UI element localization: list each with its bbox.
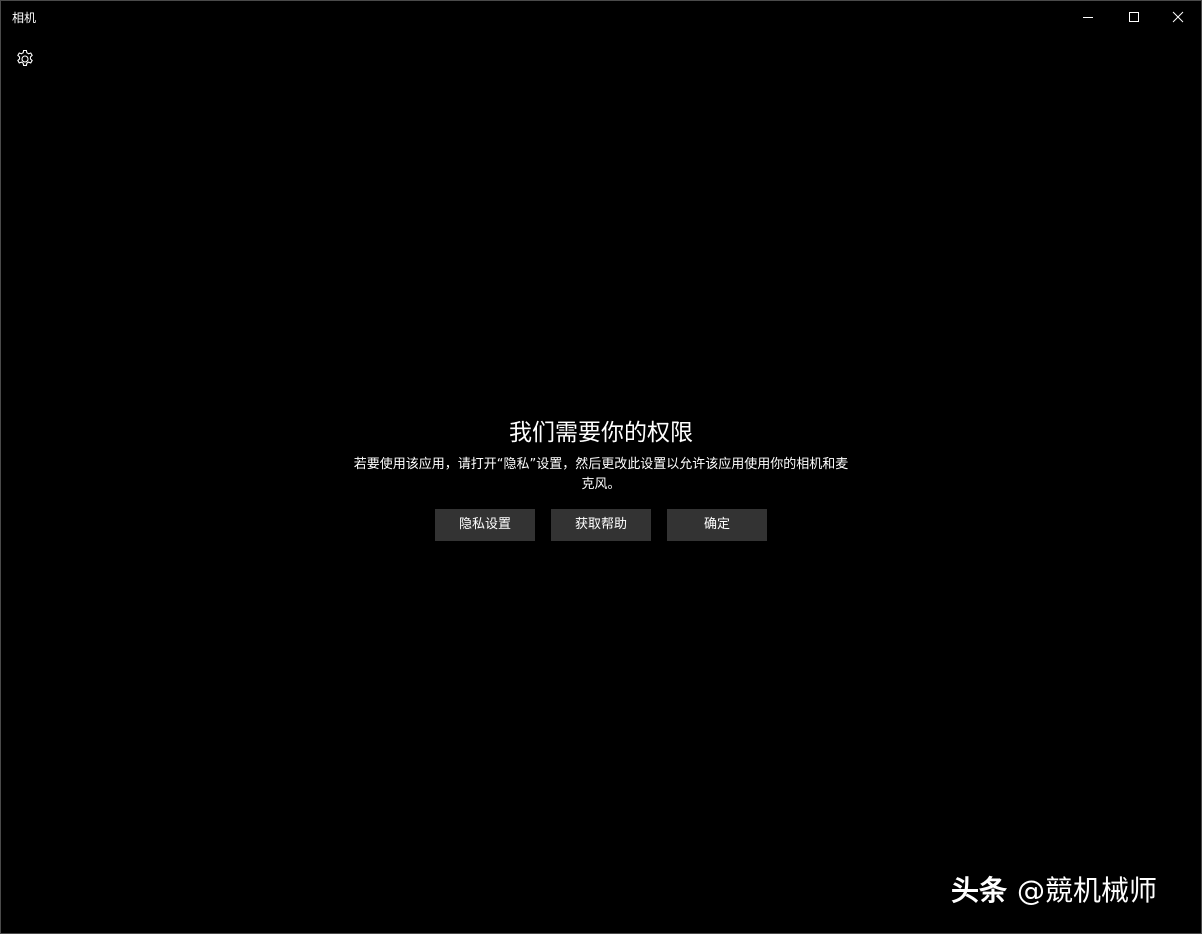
ok-button[interactable]: 确定 [667, 509, 767, 541]
privacy-settings-button[interactable]: 隐私设置 [435, 509, 535, 541]
settings-button[interactable] [11, 45, 39, 73]
window-title: 相机 [12, 11, 37, 25]
watermark-brand: 头条 [951, 874, 1008, 907]
title-bar[interactable]: 相机 [1, 1, 1201, 35]
permission-buttons: 隐私设置 获取帮助 确定 [1, 509, 1201, 541]
minimize-button[interactable] [1065, 1, 1111, 33]
watermark-handle: @競机械师 [1017, 874, 1158, 907]
permission-heading: 我们需要你的权限 [509, 420, 693, 446]
close-button[interactable] [1155, 1, 1201, 33]
minimize-icon [1083, 17, 1093, 18]
permission-panel: 我们需要你的权限 若要使用该应用，请打开“隐私”设置，然后更改此设置以允许该应用… [1, 415, 1201, 541]
get-help-button[interactable]: 获取帮助 [551, 509, 651, 541]
permission-message: 若要使用该应用，请打开“隐私”设置，然后更改此设置以允许该应用使用你的相机和麦克… [353, 457, 849, 492]
maximize-icon [1129, 12, 1139, 22]
maximize-button[interactable] [1111, 1, 1157, 33]
camera-app-window: 相机 我们需要你的权限 若要使用该应用，请打开“隐私”设置，然后更改此设置以允许… [0, 0, 1202, 934]
close-icon [1172, 11, 1184, 23]
watermark: 头条 @競机械师 [951, 871, 1157, 911]
gear-icon [17, 49, 33, 66]
